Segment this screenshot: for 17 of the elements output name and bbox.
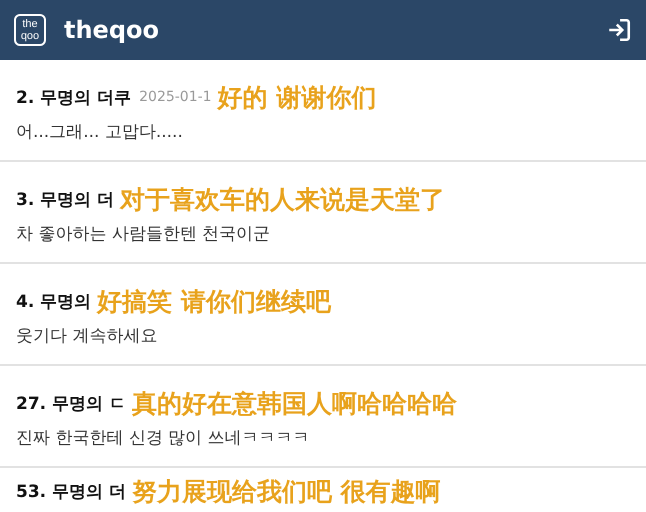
comment-author: 53. 무명의 더	[16, 480, 126, 502]
subtitle-caption: 好搞笑 请你们继续吧	[97, 286, 331, 318]
comment-author: 27. 무명의 ㄷ	[16, 392, 126, 414]
comment-text: 진짜 한국한테 신경 많이 쓰네ㅋㅋㅋㅋ	[16, 427, 311, 449]
comment-author: 3. 무명의 더	[16, 188, 114, 210]
site-title[interactable]: theqoo	[64, 16, 606, 44]
comment-text: 어...그래... 고맙다.....	[16, 121, 184, 143]
subtitle-caption: 好的 谢谢你们	[218, 82, 376, 114]
subtitle-caption: 真的好在意韩国人啊哈哈哈哈	[132, 388, 457, 420]
comment-text: 웃기다 계속하세요	[16, 325, 158, 347]
comment-text: 차 좋아하는 사람들한텐 천국이군	[16, 223, 272, 245]
comment-author: 4. 무명의	[16, 290, 92, 312]
logo-icon: the qoo	[14, 14, 46, 46]
subtitle-caption: 对于喜欢车的人来说是天堂了	[120, 184, 446, 216]
comment-date: 2025-01-1	[139, 89, 212, 105]
subtitle-caption: 努力展现给我们吧 很有趣啊	[132, 476, 441, 508]
comment-author: 2. 무명의 더쿠	[16, 86, 132, 108]
